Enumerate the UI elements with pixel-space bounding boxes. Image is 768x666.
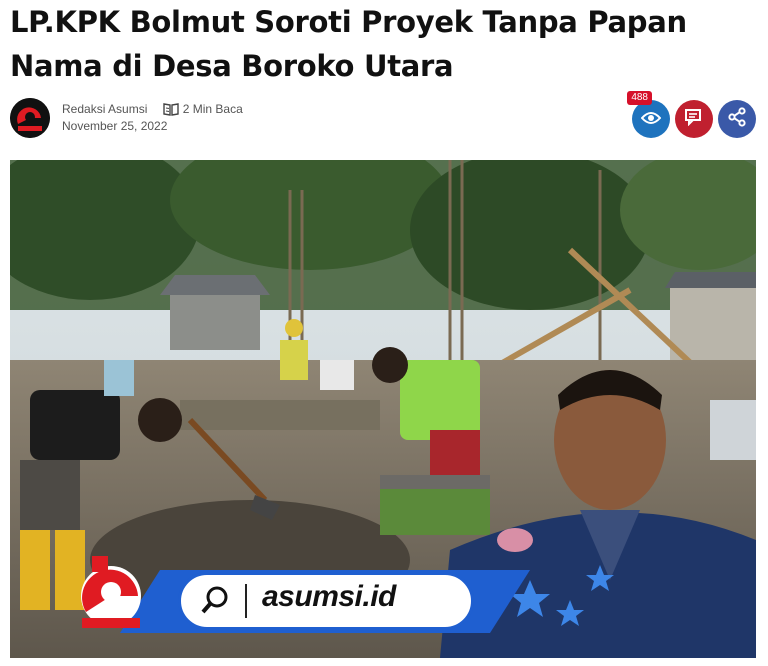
share-icon bbox=[727, 107, 747, 131]
article-title: LP.KPK Bolmut Soroti Proyek Tanpa Papan … bbox=[10, 5, 687, 83]
eye-icon bbox=[640, 110, 662, 129]
watermark-divider bbox=[245, 584, 247, 618]
author-name[interactable]: Redaksi Asumsi bbox=[62, 102, 147, 116]
asumsi-logo bbox=[72, 552, 150, 636]
watermark-text: asumsi.id bbox=[262, 580, 396, 613]
author-avatar[interactable] bbox=[10, 98, 50, 138]
article-meta: Redaksi Asumsi 2 Min Baca November 25, 2… bbox=[10, 91, 756, 138]
search-icon bbox=[200, 585, 230, 615]
views-button[interactable] bbox=[632, 100, 670, 138]
views-count-badge: 488 bbox=[627, 91, 652, 105]
publish-date: November 25, 2022 bbox=[62, 119, 168, 133]
book-icon bbox=[163, 102, 179, 119]
share-button[interactable] bbox=[718, 100, 756, 138]
comments-button[interactable] bbox=[675, 100, 713, 138]
comment-icon bbox=[684, 108, 704, 130]
read-time: 2 Min Baca bbox=[182, 102, 243, 116]
